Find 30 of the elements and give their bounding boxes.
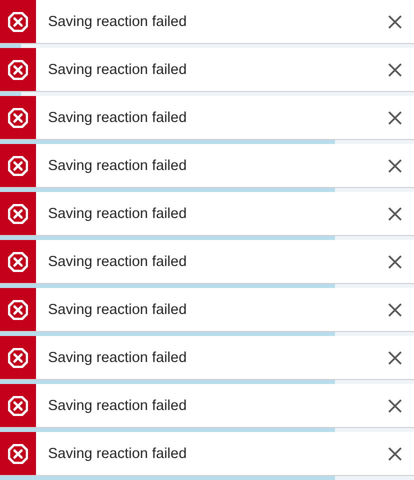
toast-message: Saving reaction failed bbox=[48, 158, 188, 174]
error-icon bbox=[8, 300, 28, 320]
close-icon bbox=[388, 158, 402, 172]
error-icon bbox=[8, 444, 28, 464]
toast-message: Saving reaction failed bbox=[48, 62, 188, 78]
close-icon bbox=[388, 254, 402, 268]
error-icon bbox=[8, 396, 28, 416]
close-icon bbox=[388, 62, 402, 76]
error-icon bbox=[8, 108, 28, 128]
toast-message: Saving reaction failed bbox=[48, 302, 188, 318]
close-icon bbox=[388, 14, 402, 28]
close-icon bbox=[388, 206, 402, 220]
error-icon bbox=[8, 156, 28, 176]
toast-message: Saving reaction failed bbox=[48, 254, 188, 270]
error-icon bbox=[8, 60, 28, 80]
toast-message: Saving reaction failed bbox=[48, 110, 188, 126]
error-icon bbox=[8, 12, 28, 32]
close-icon bbox=[388, 302, 402, 316]
error-icon bbox=[8, 204, 28, 224]
toast-message: Saving reaction failed bbox=[48, 14, 188, 30]
close-icon bbox=[388, 110, 402, 124]
toast-message: Saving reaction failed bbox=[48, 206, 188, 222]
toast-message: Saving reaction failed bbox=[48, 350, 188, 366]
toast-message: Saving reaction failed bbox=[48, 446, 188, 462]
close-icon bbox=[388, 350, 402, 364]
close-icon bbox=[388, 398, 402, 412]
error-icon bbox=[8, 348, 28, 368]
toast-message: Saving reaction failed bbox=[48, 398, 188, 414]
error-icon bbox=[8, 252, 28, 272]
close-icon bbox=[388, 446, 402, 460]
